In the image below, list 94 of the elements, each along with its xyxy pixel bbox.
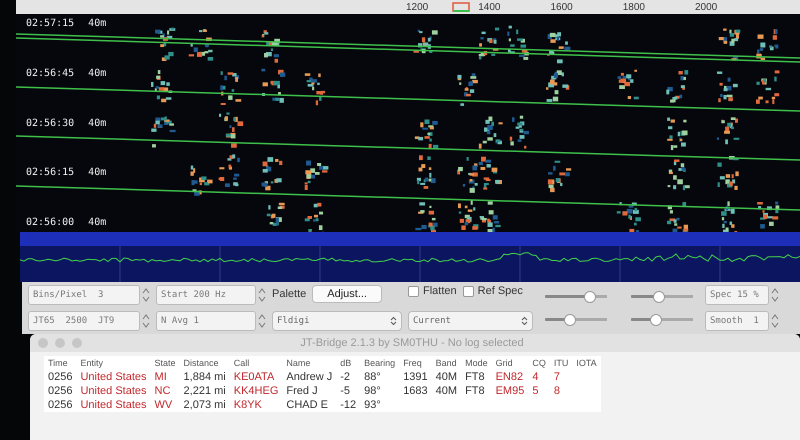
stepper-icon[interactable] [142, 286, 150, 304]
column-header[interactable]: Mode [461, 356, 492, 370]
table-cell: 40M [432, 370, 462, 384]
checkbox-label: Flatten [423, 285, 457, 297]
slider-thumb[interactable] [652, 290, 665, 302]
slider-thumb[interactable] [584, 290, 596, 302]
table-cell: Andrew J [282, 370, 336, 384]
column-header[interactable]: IOTA [572, 356, 601, 370]
checkbox[interactable] [408, 286, 419, 296]
table-cell: 98° [360, 384, 400, 398]
table-cell: 88° [360, 370, 400, 384]
table-cell: FT8 [461, 384, 492, 398]
table-cell: K8YK [230, 398, 282, 412]
table-cell: 1,884 mi [180, 370, 230, 384]
timestamp: 02:56:30 [26, 118, 74, 128]
chevron-icon [390, 316, 397, 326]
table-cell: 93° [360, 398, 400, 412]
table-cell: KE0ATA [230, 370, 282, 384]
table-cell: United States [76, 398, 151, 412]
window-title: JT-Bridge 2.1.3 by SM0THU - No log selected [299, 337, 525, 349]
table-cell: 40M [432, 384, 462, 398]
table-cell: CHAD E [282, 398, 336, 412]
column-header[interactable]: Name [282, 356, 336, 370]
stepper-icon[interactable] [258, 286, 266, 304]
slider-thumb[interactable] [564, 314, 576, 326]
column-header[interactable]: Bearing [360, 356, 400, 370]
column-header[interactable]: ITU [550, 356, 572, 370]
stepper-icon[interactable] [142, 312, 150, 330]
table-cell: EM95 [492, 384, 528, 398]
band-label: 40m [88, 118, 106, 128]
table-cell: KK4HEG [230, 384, 282, 398]
table-cell: 1683 [399, 384, 432, 398]
column-header[interactable]: State [150, 356, 180, 370]
table-cell: -12 [336, 398, 360, 412]
table-cell: 5 [528, 384, 550, 398]
column-header[interactable]: Distance [180, 356, 230, 370]
timestamp: 02:56:45 [26, 68, 74, 79]
palette-select[interactable]: Fldigi [272, 311, 402, 331]
tuning-marker-icon [452, 2, 470, 12]
table-cell: 2,073 mi [180, 398, 230, 412]
table-cell: EN82 [492, 370, 528, 384]
stepper-icon[interactable] [771, 312, 779, 330]
stepper-icon[interactable] [771, 286, 779, 304]
timestamp: 02:56:00 [26, 217, 74, 228]
column-header[interactable]: dB [336, 356, 360, 370]
checkbox[interactable] [462, 286, 474, 296]
table-cell: -2 [336, 370, 360, 384]
start-field[interactable]: Start 200 Hz [156, 285, 256, 305]
checkbox-label: Ref Spec [478, 285, 523, 297]
average-field[interactable]: N Avg 1 [156, 311, 256, 331]
bins-field[interactable]: Bins/Pixel 3 [28, 285, 140, 305]
frequency-label: 2000 [695, 2, 718, 14]
column-header[interactable]: Band [432, 356, 462, 370]
table-cell: -5 [336, 384, 360, 398]
band-label: 40m [88, 217, 106, 228]
timestamp: 02:57:15 [26, 18, 74, 29]
smooth-field[interactable]: Smooth 1 [705, 311, 769, 331]
band-label: 40m [88, 18, 106, 29]
column-header[interactable]: Freq [399, 356, 432, 370]
table-cell: 0256 [44, 398, 76, 412]
column-header[interactable]: Time [44, 356, 76, 370]
table-cell: United States [76, 384, 151, 398]
frequency-label: 1400 [478, 2, 500, 14]
chevron-icon [521, 316, 528, 326]
timestamp: 02:56:15 [26, 167, 74, 178]
table-cell: 4 [528, 370, 550, 384]
table-cell: 1391 [399, 370, 432, 384]
stepper-icon[interactable] [258, 312, 266, 330]
frequency-label: 1200 [406, 2, 428, 14]
table-cell: 2,221 mi [180, 384, 230, 398]
table-cell: 0256 [44, 384, 76, 398]
frequency-label: 1600 [550, 2, 573, 14]
column-header[interactable]: Grid [492, 356, 528, 370]
adjust-button[interactable]: Adjust... [312, 285, 382, 303]
spec-field[interactable]: Spec 15 % [705, 285, 769, 305]
palette-label: Palette [272, 288, 306, 300]
spectrum-select[interactable]: Current [408, 311, 533, 331]
table-cell: 0256 [44, 370, 76, 384]
mode-field[interactable]: JT65 2500 JT9 [28, 311, 140, 331]
table-cell: NC [150, 384, 180, 398]
table-cell: FT8 [461, 370, 492, 384]
band-label: 40m [88, 167, 106, 178]
column-header[interactable]: Call [230, 356, 282, 370]
table-cell: Fred J [282, 384, 336, 398]
band-label: 40m [88, 68, 106, 79]
frequency-label: 1800 [622, 2, 645, 14]
slider-thumb[interactable] [650, 314, 662, 326]
column-header[interactable]: Entity [76, 356, 151, 370]
table-cell: 7 [550, 370, 572, 384]
table-cell: 8 [550, 384, 572, 398]
table-cell: MI [150, 370, 180, 384]
table-cell: WV [150, 398, 180, 412]
column-header[interactable]: CQ [528, 356, 550, 370]
table-cell: United States [76, 370, 151, 384]
